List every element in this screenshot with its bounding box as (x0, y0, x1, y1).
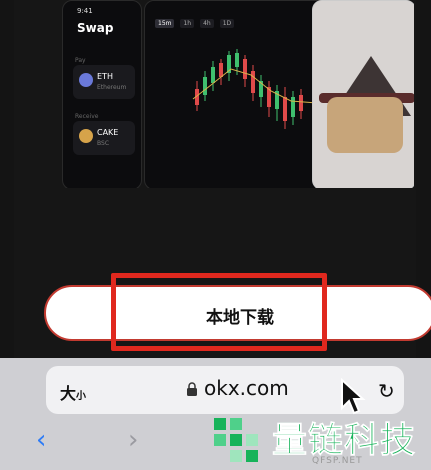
lock-icon (187, 382, 197, 396)
nft-preview-card (312, 0, 414, 188)
forward-chevron-icon[interactable]: › (128, 425, 138, 455)
swap-preview-card: 9:41 Swap Pay ETH Ethereum Receive CAKE … (62, 0, 142, 188)
local-download-button[interactable]: 本地下载 (44, 285, 431, 341)
watermark-logo-icon (214, 418, 258, 462)
phone-frame: 9:41 Swap Pay ETH Ethereum Receive CAKE … (0, 0, 431, 470)
nft-character-face (327, 97, 403, 153)
token-from: ETH Ethereum (73, 65, 135, 99)
chart-tab: 15m (155, 19, 175, 28)
chart-timeframe-tabs: 15m 1h 4h 1D (155, 19, 235, 28)
text-size-small: 小 (76, 391, 87, 402)
eth-coin-icon (79, 73, 93, 87)
chart-tab: 4h (200, 19, 214, 28)
reload-icon[interactable]: ↻ (378, 379, 395, 403)
candlestick-chart-graphic (192, 49, 318, 129)
back-chevron-icon[interactable]: ‹ (36, 425, 46, 455)
text-size-button[interactable]: 大小 (60, 380, 86, 404)
watermark: 量链科技 QFSP.NET (210, 412, 431, 470)
watermark-subtext: QFSP.NET (312, 456, 363, 466)
token-to-symbol: CAKE (97, 128, 119, 137)
pay-label: Pay (75, 57, 86, 64)
mouse-cursor-icon (341, 378, 366, 415)
cake-coin-icon (79, 129, 93, 143)
status-time: 9:41 (77, 7, 93, 15)
app-screenshot-previews: 9:41 Swap Pay ETH Ethereum Receive CAKE … (62, 0, 414, 188)
token-from-symbol: ETH (97, 72, 113, 81)
chart-tab: 1D (219, 19, 235, 28)
receive-label: Receive (75, 113, 99, 120)
token-from-network: Ethereum (97, 84, 127, 91)
text-size-big: 大 (60, 384, 77, 403)
chart-tab: 1h (180, 19, 195, 28)
download-button-label: 本地下载 (206, 308, 274, 328)
token-to-network: BSC (97, 140, 110, 147)
swap-title: Swap (77, 21, 114, 35)
token-to: CAKE BSC (73, 121, 135, 155)
url-text: okx.com (204, 376, 289, 400)
